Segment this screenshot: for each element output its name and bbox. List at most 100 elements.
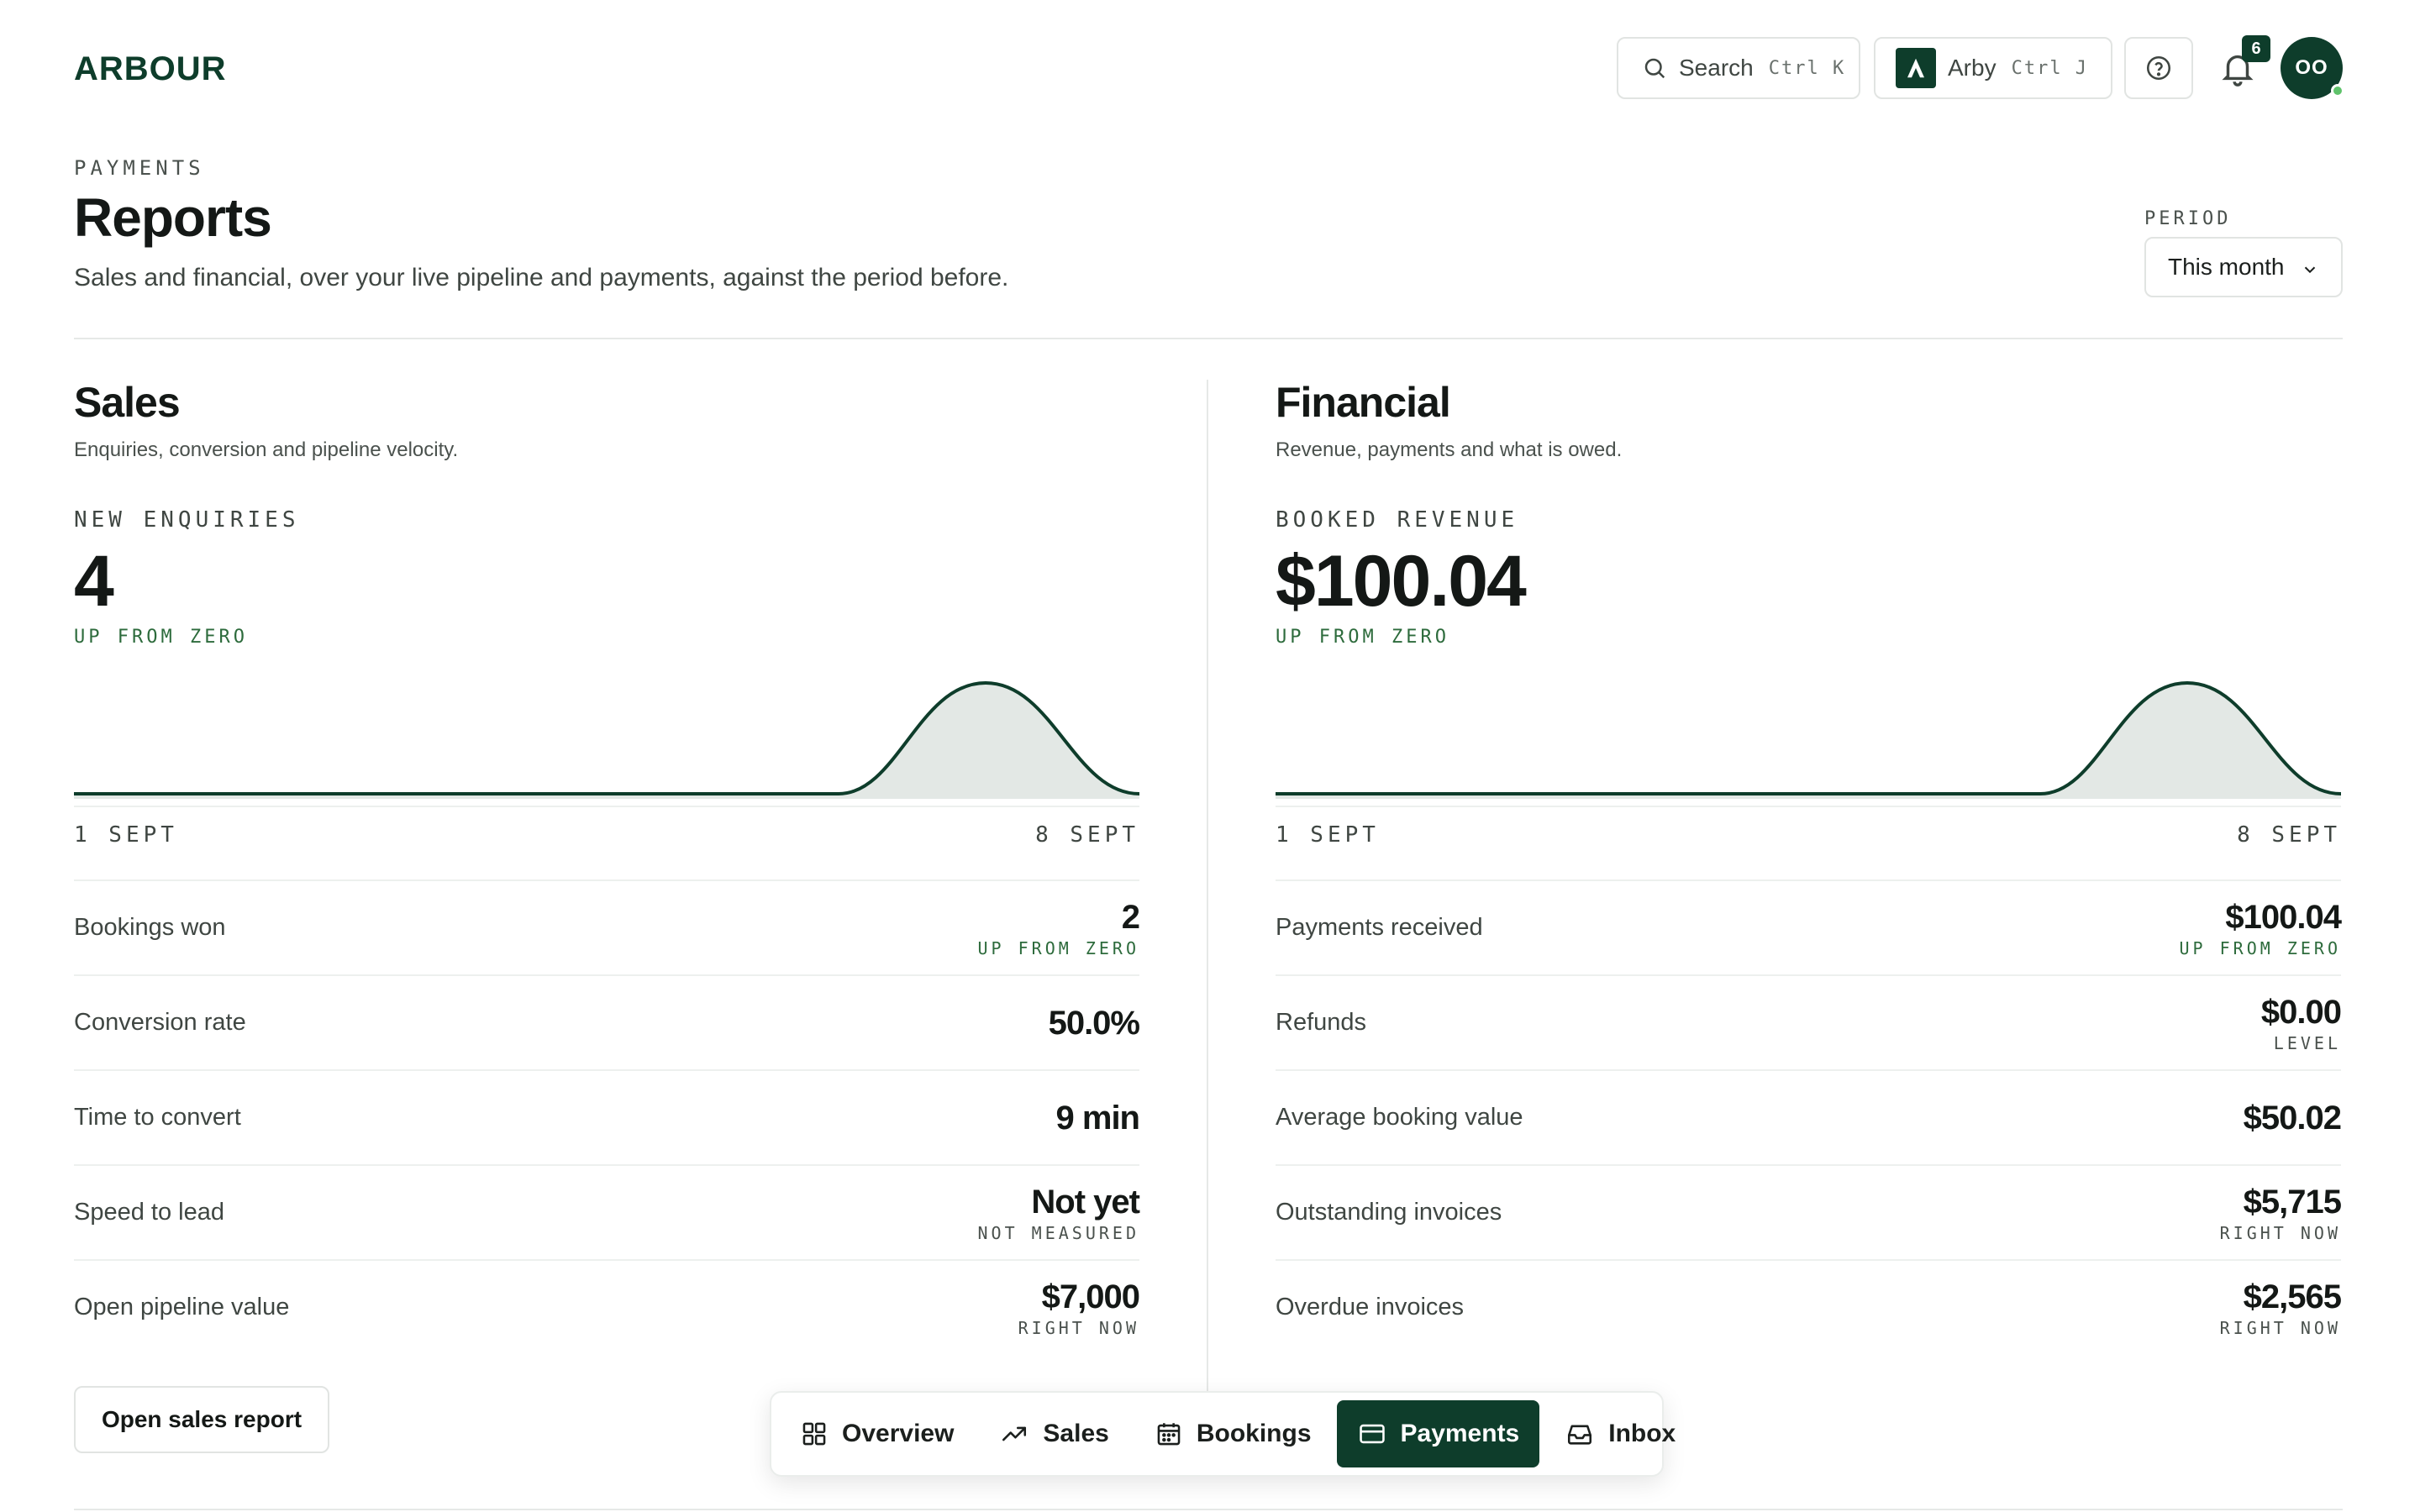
financial-section: Financial Revenue, payments and what is … <box>1276 370 2342 1354</box>
metric-label: Open pipeline value <box>74 1294 290 1320</box>
column-divider <box>1207 380 1208 1396</box>
metric-row: Bookings won 2 UP FROM ZERO <box>74 879 1140 974</box>
metric-value: $5,715 <box>2243 1183 2342 1221</box>
metric-value: 50.0% <box>1048 1004 1140 1042</box>
metric-value: Not yet <box>1031 1183 1140 1221</box>
nav-label: Bookings <box>1196 1420 1312 1447</box>
metric-label: Overdue invoices <box>1276 1294 1465 1320</box>
metric-row: Average booking value $50.02 <box>1276 1069 2342 1164</box>
metric-row: Conversion rate 50.0% <box>74 974 1140 1069</box>
search-shortcut: Ctrl K <box>1768 57 1846 79</box>
sales-sparkline <box>74 681 1139 799</box>
page-eyebrow: PAYMENTS <box>74 156 205 180</box>
online-status-dot <box>2331 84 2344 97</box>
chevron-down-icon <box>2304 266 2316 274</box>
metric-value: $7,000 <box>1041 1278 1140 1315</box>
sales-axis: 1 SEPT 8 SEPT <box>74 806 1139 848</box>
workspace-logo-icon <box>1896 48 1936 88</box>
metric-value: $0.00 <box>2260 993 2342 1031</box>
financial-metrics: Payments received $100.04 UP FROM ZERO Re… <box>1276 879 2342 1354</box>
brand-logo[interactable]: ARBOUR <box>74 50 227 88</box>
help-button[interactable] <box>2124 37 2193 99</box>
nav-label: Overview <box>842 1420 955 1447</box>
metric-label: Refunds <box>1276 1009 1367 1036</box>
metric-row: Refunds $0.00 LEVEL <box>1276 974 2342 1069</box>
metric-note: RIGHT NOW <box>2219 1317 2341 1338</box>
top-bar: ARBOUR Search Ctrl K Arby Ctrl J 6 OO <box>0 0 2420 134</box>
workspace-switcher[interactable]: Arby Ctrl J <box>1874 37 2112 99</box>
nav-label: Inbox <box>1608 1420 1676 1447</box>
metric-note: RIGHT NOW <box>1018 1317 1139 1338</box>
sales-kpi-value: 4 <box>74 541 114 622</box>
metric-note: LEVEL <box>2273 1032 2341 1053</box>
sales-subtitle: Enquiries, conversion and pipeline veloc… <box>74 438 459 461</box>
metric-note: UP FROM ZERO <box>2179 937 2341 958</box>
sales-kpi-delta: UP FROM ZERO <box>74 627 248 648</box>
workspace-shortcut: Ctrl J <box>2011 57 2089 79</box>
axis-start-label: 1 SEPT <box>1276 822 1380 848</box>
metric-value: $100.04 <box>2225 898 2342 936</box>
axis-end-label: 8 SEPT <box>1035 822 1139 848</box>
metric-note: RIGHT NOW <box>2219 1222 2341 1243</box>
financial-subtitle: Revenue, payments and what is owed. <box>1276 438 1623 461</box>
search-button[interactable]: Search Ctrl K <box>1617 37 1860 99</box>
card-icon <box>1359 1424 1385 1444</box>
metric-value: 9 min <box>1055 1099 1140 1137</box>
sales-metrics: Bookings won 2 UP FROM ZERO Conversion ra… <box>74 879 1140 1354</box>
grid-icon <box>802 1422 826 1446</box>
metric-row: Overdue invoices $2,565 RIGHT NOW <box>1276 1259 2342 1354</box>
header-divider <box>74 338 2343 339</box>
page-subtitle: Sales and financial, over your live pipe… <box>74 264 1009 291</box>
workspace-label: Arby <box>1948 55 1996 81</box>
search-icon <box>1644 58 1665 79</box>
nav-label: Payments <box>1400 1420 1520 1447</box>
metric-value: 2 <box>1121 898 1140 936</box>
metric-row: Speed to lead Not yet NOT MEASURED <box>74 1164 1140 1259</box>
sales-title: Sales <box>74 379 181 426</box>
metric-label: Speed to lead <box>74 1199 224 1226</box>
notification-count-badge: 6 <box>2242 35 2270 62</box>
period-value: This month <box>2168 254 2285 280</box>
axis-start-label: 1 SEPT <box>74 822 178 848</box>
inbox-icon <box>1568 1425 1592 1445</box>
footer-divider <box>74 1509 2343 1510</box>
metric-row: Payments received $100.04 UP FROM ZERO <box>1276 879 2342 974</box>
metric-row: Open pipeline value $7,000 RIGHT NOW <box>74 1259 1140 1354</box>
bottom-nav: Overview Sales Bookings Payments Inbox <box>770 1391 1676 1477</box>
sales-kpi-label: NEW ENQUIRIES <box>74 507 300 533</box>
metric-label: Payments received <box>1276 914 1483 941</box>
page-title: Reports <box>74 187 272 248</box>
financial-kpi-delta: UP FROM ZERO <box>1276 627 1449 648</box>
open-sales-report-button[interactable]: Open sales report <box>74 1386 329 1453</box>
nav-item-payments[interactable]: Payments <box>1336 1400 1540 1467</box>
period-label: PERIOD <box>2144 208 2232 229</box>
nav-item-overview[interactable]: Overview <box>780 1400 974 1467</box>
metric-row: Time to convert 9 min <box>74 1069 1140 1164</box>
axis-end-label: 8 SEPT <box>2237 822 2341 848</box>
calendar-icon <box>1157 1423 1181 1446</box>
metric-label: Conversion rate <box>74 1009 246 1036</box>
metric-label: Outstanding invoices <box>1276 1199 1502 1226</box>
metric-label: Bookings won <box>74 914 226 941</box>
nav-item-sales[interactable]: Sales <box>979 1400 1128 1467</box>
metric-note: UP FROM ZERO <box>977 937 1139 958</box>
search-label: Search <box>1679 55 1754 81</box>
metric-value: $50.02 <box>2243 1099 2342 1137</box>
financial-sparkline <box>1276 681 2341 799</box>
metric-value: $2,565 <box>2243 1278 2342 1315</box>
sales-section: Sales Enquiries, conversion and pipeline… <box>74 370 1140 1453</box>
nav-item-bookings[interactable]: Bookings <box>1134 1400 1332 1467</box>
financial-kpi-label: BOOKED REVENUE <box>1276 507 1519 533</box>
financial-axis: 1 SEPT 8 SEPT <box>1276 806 2341 848</box>
metric-note: NOT MEASURED <box>977 1222 1139 1243</box>
nav-label: Sales <box>1043 1420 1109 1447</box>
nav-item-inbox[interactable]: Inbox <box>1544 1400 1696 1467</box>
metric-label: Average booking value <box>1276 1104 1523 1131</box>
metric-row: Outstanding invoices $5,715 RIGHT NOW <box>1276 1164 2342 1259</box>
trend-icon <box>1002 1426 1027 1441</box>
financial-kpi-value: $100.04 <box>1276 541 1527 622</box>
metric-label: Time to convert <box>74 1104 241 1131</box>
financial-title: Financial <box>1276 379 1451 426</box>
period-select[interactable]: This month <box>2144 237 2343 297</box>
help-icon <box>2146 55 2171 81</box>
